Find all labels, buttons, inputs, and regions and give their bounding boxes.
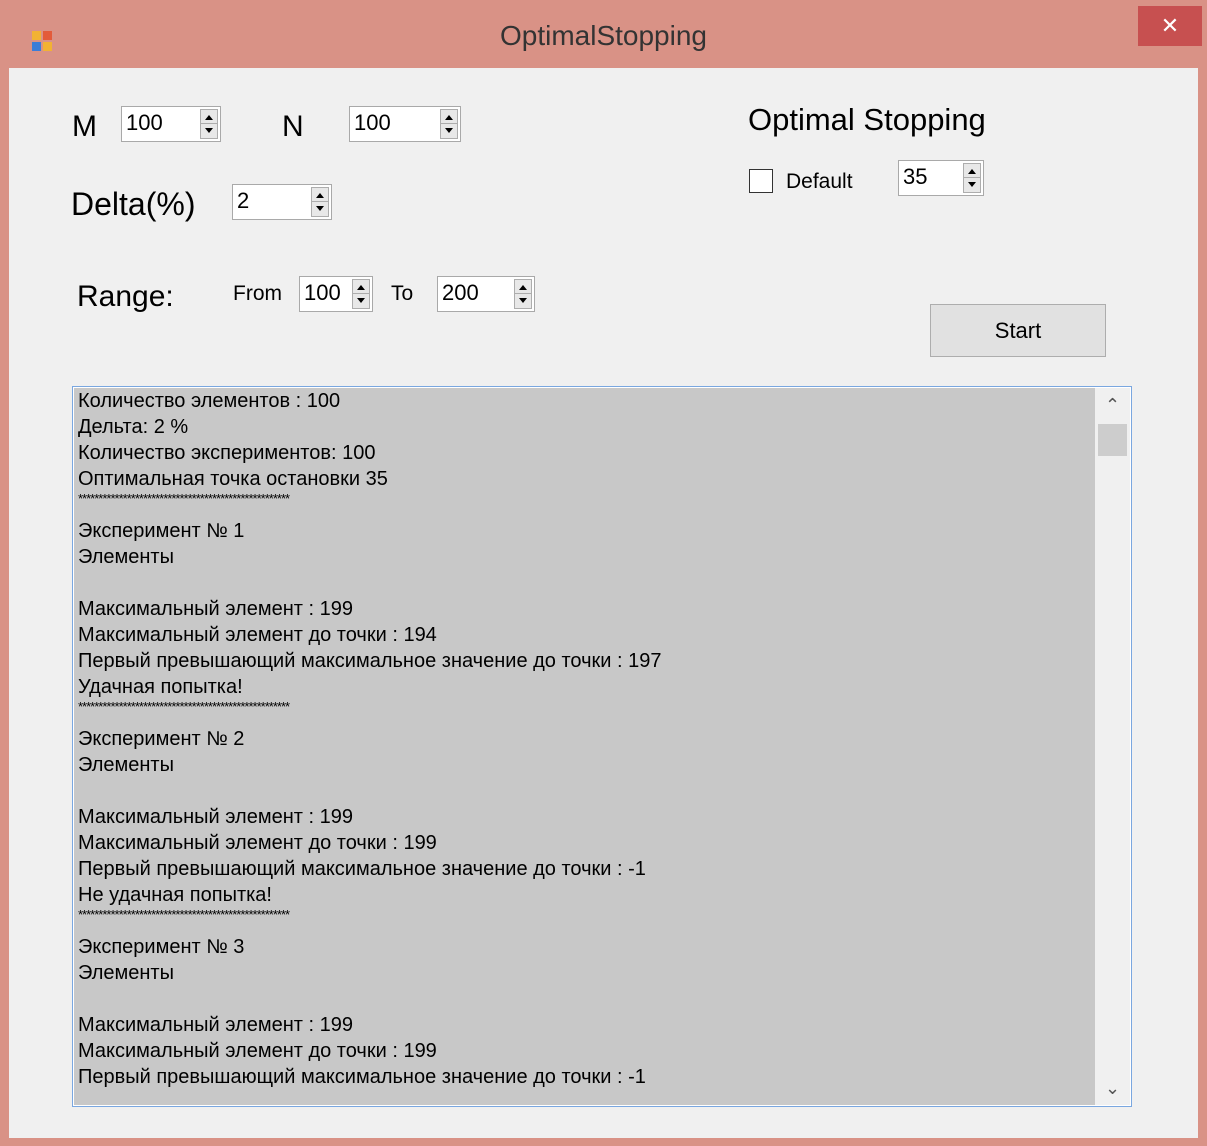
m-value[interactable]: 100	[126, 110, 163, 136]
to-spinner[interactable]: 200	[437, 276, 535, 312]
log-line: Дельта: 2 %	[78, 416, 189, 438]
log-line: Не удачная попытка!	[78, 884, 272, 906]
log-line: ****************************************…	[78, 908, 290, 922]
log-line: Максимальный элемент до точки : 194	[78, 624, 437, 646]
spin-down-icon[interactable]	[205, 128, 213, 133]
m-label: M	[72, 110, 97, 143]
spin-down-icon[interactable]	[357, 298, 365, 303]
default-label[interactable]: Default	[786, 170, 853, 194]
log-line: ****************************************…	[78, 492, 290, 506]
log-textbox[interactable]: Количество элементов : 100 Дельта: 2 % Кол…	[72, 386, 1132, 1107]
log-line: Элементы	[78, 546, 174, 568]
spin-up-icon[interactable]	[316, 193, 324, 198]
log-line: ****************************************…	[78, 700, 290, 714]
to-label: To	[391, 282, 414, 305]
spin-up-icon[interactable]	[445, 115, 453, 120]
scroll-up-icon[interactable]: ⌃	[1095, 390, 1130, 420]
log-line: Оптимальная точка остановки 35	[78, 468, 388, 490]
log-line: Максимальный элемент до точки : 199	[78, 1040, 437, 1062]
optimal-stopping-title: Optimal Stopping	[748, 102, 986, 137]
from-spinner-buttons[interactable]	[352, 279, 370, 309]
spin-down-icon[interactable]	[968, 182, 976, 187]
log-line: Максимальный элемент : 199	[78, 598, 353, 620]
delta-spinner-buttons[interactable]	[311, 187, 329, 217]
m-spinner-buttons[interactable]	[200, 109, 218, 139]
m-spinner[interactable]: 100	[121, 106, 221, 142]
scroll-thumb[interactable]	[1098, 424, 1127, 456]
spin-down-icon[interactable]	[445, 128, 453, 133]
title-bar[interactable]: OptimalStopping ✕	[0, 0, 1207, 68]
spin-up-icon[interactable]	[519, 285, 527, 290]
spin-up-icon[interactable]	[357, 285, 365, 290]
log-line: Эксперимент № 3	[78, 936, 245, 958]
app-window: OptimalStopping ✕ M 100 N 100 Delta(%) 2…	[0, 0, 1207, 1146]
default-checkbox[interactable]	[749, 169, 773, 193]
n-spinner[interactable]: 100	[349, 106, 461, 142]
spin-down-icon[interactable]	[316, 206, 324, 211]
log-line: Элементы	[78, 754, 174, 776]
log-line: Первый превышающий максимальное значение…	[78, 1066, 646, 1088]
vertical-scrollbar[interactable]: ⌃ ⌄	[1095, 388, 1130, 1105]
log-line: Элементы	[78, 962, 174, 984]
log-content[interactable]: Количество элементов : 100 Дельта: 2 % Кол…	[74, 388, 1095, 1105]
n-label: N	[282, 110, 304, 143]
log-line: Первый превышающий максимальное значение…	[78, 858, 646, 880]
delta-value[interactable]: 2	[237, 188, 249, 214]
window-title: OptimalStopping	[499, 20, 707, 51]
spin-down-icon[interactable]	[519, 298, 527, 303]
from-value[interactable]: 100	[304, 280, 341, 306]
from-spinner[interactable]: 100	[299, 276, 373, 312]
log-line: Эксперимент № 2	[78, 728, 245, 750]
log-line: Максимальный элемент до точки : 199	[78, 832, 437, 854]
delta-spinner[interactable]: 2	[232, 184, 332, 220]
start-button[interactable]: Start	[930, 304, 1106, 357]
to-value[interactable]: 200	[442, 280, 479, 306]
scroll-down-icon[interactable]: ⌄	[1095, 1073, 1130, 1103]
spin-up-icon[interactable]	[968, 169, 976, 174]
close-button[interactable]: ✕	[1138, 6, 1202, 46]
from-label: From	[233, 282, 282, 305]
spin-up-icon[interactable]	[205, 115, 213, 120]
n-value[interactable]: 100	[354, 110, 391, 136]
log-line: Удачная попытка!	[78, 676, 243, 698]
to-spinner-buttons[interactable]	[514, 279, 532, 309]
log-line: Количество экспериментов: 100	[78, 442, 376, 464]
log-line: Максимальный элемент : 199	[78, 806, 353, 828]
delta-label: Delta(%)	[71, 186, 196, 222]
log-line: Первый превышающий максимальное значение…	[78, 650, 662, 672]
log-line: Эксперимент № 1	[78, 520, 245, 542]
optimal-point-value[interactable]: 35	[903, 164, 927, 190]
optimal-point-spinner[interactable]: 35	[898, 160, 984, 196]
log-line: Максимальный элемент : 199	[78, 1014, 353, 1036]
range-label: Range:	[77, 280, 174, 313]
client-area: M 100 N 100 Delta(%) 2 Range: From 100 T…	[9, 68, 1198, 1138]
optimal-spinner-buttons[interactable]	[963, 163, 981, 193]
n-spinner-buttons[interactable]	[440, 109, 458, 139]
log-line: Количество элементов : 100	[78, 390, 341, 412]
